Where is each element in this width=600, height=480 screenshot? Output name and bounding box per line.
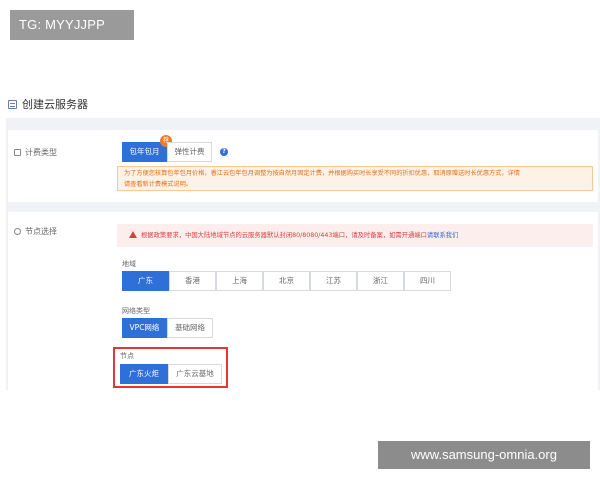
billing-section-label: 计费类型 — [14, 147, 57, 158]
contact-us-link[interactable]: 请联系我们 — [427, 232, 458, 239]
help-icon[interactable]: ? — [220, 148, 228, 156]
billing-notice-line1: 为了方便您核算包年包月价格，睿江云包年包月调整为按自然月固定计费，并根据购买时长… — [124, 170, 520, 177]
billing-notice-line2[interactable]: 请查看新计费模式说明。 — [124, 179, 586, 190]
page: TG: MYYJJPP 创建云服务器 计费类型 包年包月 荐 弹性计费 ? 为了… — [0, 0, 600, 480]
billing-notice: 为了方便您核算包年包月价格，睿江云包年包月调整为按自然月固定计费，并根据购买时长… — [117, 166, 593, 191]
port-policy-notice-text: 根据政策要求，中国大陆地域节点的云服务器默认封闭80/8080/443端口，请及… — [141, 232, 427, 239]
region-option-zhejiang[interactable]: 浙江 — [357, 271, 404, 291]
node-selection-section-label: 节点选择 — [14, 226, 57, 237]
billing-option-elastic[interactable]: 弹性计费 — [167, 142, 212, 162]
warning-icon — [129, 231, 137, 238]
billing-option-monthly[interactable]: 包年包月 — [122, 142, 167, 162]
region-option-jiangsu[interactable]: 江苏 — [310, 271, 357, 291]
billing-label-text: 计费类型 — [25, 148, 57, 157]
billing-icon — [14, 149, 21, 156]
server-icon — [8, 99, 17, 109]
region-option-sichuan[interactable]: 四川 — [404, 271, 451, 291]
network-option-vpc[interactable]: VPC网络 — [122, 318, 167, 338]
watermark-top-left: TG: MYYJJPP — [10, 10, 134, 40]
node-selection-label-text: 节点选择 — [25, 227, 57, 236]
region-option-shanghai[interactable]: 上海 — [216, 271, 263, 291]
port-policy-notice: 根据政策要求，中国大陆地域节点的云服务器默认封闭80/8080/443端口，请及… — [117, 224, 593, 247]
location-icon — [14, 228, 21, 235]
node-option-guangdong-huoju[interactable]: 广东火炬 — [120, 364, 168, 384]
network-type-label: 网络类型 — [122, 307, 150, 315]
node-label: 节点 — [120, 352, 134, 360]
watermark-bottom-right: www.samsung-omnia.org — [378, 441, 590, 469]
region-label: 地域 — [122, 260, 136, 268]
region-option-hongkong[interactable]: 香港 — [169, 271, 216, 291]
network-option-basic[interactable]: 基础网络 — [167, 318, 213, 338]
node-option-guangdong-cloud-base[interactable]: 广东云基地 — [168, 364, 222, 384]
page-header: 创建云服务器 — [8, 96, 88, 112]
page-title: 创建云服务器 — [22, 98, 88, 111]
region-option-guangdong[interactable]: 广东 — [122, 271, 169, 291]
region-option-beijing[interactable]: 北京 — [263, 271, 310, 291]
